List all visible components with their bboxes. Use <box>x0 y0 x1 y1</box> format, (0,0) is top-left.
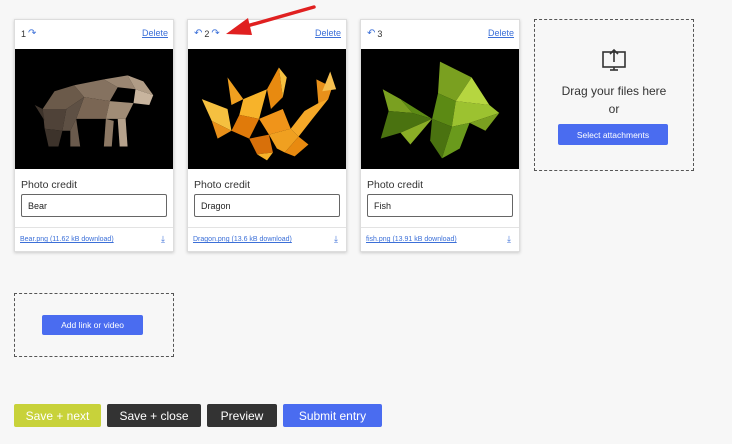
card-order: 1 ↷ <box>21 29 36 40</box>
save-next-button[interactable]: Save + next <box>14 404 101 427</box>
photo-credit-input[interactable] <box>194 194 340 217</box>
card-order-number: 1 <box>21 29 27 39</box>
drag-instructions: Drag your files here or <box>535 82 693 118</box>
file-download-link[interactable]: Dragon.png (13.6 kB download) <box>193 236 292 243</box>
file-download-link[interactable]: Bear.png (11.62 kB download) <box>20 236 114 243</box>
card-header: ↶ 3 Delete <box>361 20 519 49</box>
drag-text-line2: or <box>608 102 620 116</box>
download-icon[interactable]: ⤓ <box>334 234 338 245</box>
dragon-image <box>188 49 346 169</box>
card-divider <box>188 227 346 228</box>
delete-button[interactable]: Delete <box>142 28 168 38</box>
card-order-number: 3 <box>377 29 383 39</box>
card-divider <box>15 227 173 228</box>
photo-credit-input[interactable] <box>367 194 513 217</box>
file-download-link[interactable]: fish.png (13.91 kB download) <box>366 236 457 243</box>
link-video-zone: Add link or video <box>14 293 174 357</box>
move-right-icon[interactable]: ↷ <box>28 29 36 39</box>
attachment-card-bear: 1 ↷ Delete Photo credit Bear.png (11.62 … <box>14 19 174 252</box>
attachment-card-dragon: ↶ 2 ↷ Delete Photo credit Dragon.png (13… <box>187 19 347 252</box>
file-drop-zone[interactable]: Drag your files here or Select attachmen… <box>534 19 694 171</box>
card-header: 1 ↷ Delete <box>15 20 173 49</box>
preview-button[interactable]: Preview <box>207 404 277 427</box>
download-icon[interactable]: ⤓ <box>507 234 511 245</box>
photo-credit-label: Photo credit <box>194 179 251 191</box>
download-icon[interactable]: ⤓ <box>161 234 165 245</box>
delete-button[interactable]: Delete <box>488 28 514 38</box>
upload-icon <box>602 48 626 71</box>
save-close-button[interactable]: Save + close <box>107 404 201 427</box>
move-left-icon[interactable]: ↶ <box>194 29 202 39</box>
delete-button[interactable]: Delete <box>315 28 341 38</box>
photo-credit-label: Photo credit <box>367 179 424 191</box>
fish-image <box>361 49 519 169</box>
card-divider <box>361 227 519 228</box>
photo-credit-input[interactable] <box>21 194 167 217</box>
drag-text-line1: Drag your files here <box>561 84 667 98</box>
submit-entry-button[interactable]: Submit entry <box>283 404 382 427</box>
annotation-arrow-icon <box>226 5 316 35</box>
move-left-icon[interactable]: ↶ <box>367 29 375 39</box>
card-order-number: 2 <box>204 29 210 39</box>
card-order: ↶ 3 <box>367 29 383 40</box>
attachment-card-fish: ↶ 3 Delete Photo credit fish.png (13.91 … <box>360 19 520 252</box>
bear-image <box>15 49 173 169</box>
add-link-or-video-button[interactable]: Add link or video <box>42 315 143 335</box>
move-right-icon[interactable]: ↷ <box>211 29 219 39</box>
photo-credit-label: Photo credit <box>21 179 78 191</box>
card-order: ↶ 2 ↷ <box>194 29 220 40</box>
select-attachments-button[interactable]: Select attachments <box>558 124 668 145</box>
